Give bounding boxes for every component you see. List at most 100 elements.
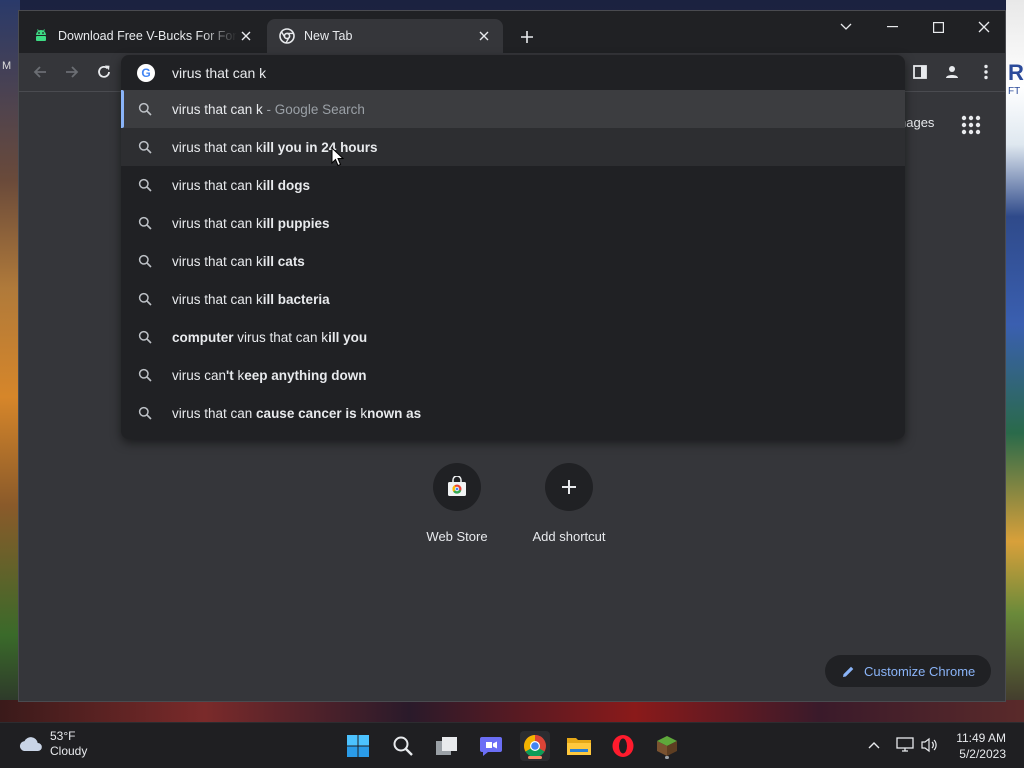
suggestion-text-part: virus can [172, 367, 227, 383]
tab-search-button[interactable] [831, 15, 861, 39]
suggestion-text-part: 't [226, 367, 238, 383]
back-arrow-icon [33, 66, 46, 78]
shortcut-add[interactable]: Add shortcut [519, 463, 619, 544]
kebab-menu-icon [984, 64, 988, 80]
suggestion-text-part: ill cats [262, 253, 305, 269]
task-view-button[interactable] [432, 731, 462, 761]
teams-chat-button[interactable] [476, 731, 506, 761]
suggestion-text-part: - Google Search [262, 101, 365, 117]
android-icon [33, 28, 49, 44]
suggestion-text: virus that can k - Google Search [172, 102, 365, 117]
maximize-button[interactable] [923, 15, 953, 39]
minecraft-icon [657, 736, 677, 756]
suggestion-text-part: ill you [328, 329, 368, 345]
suggestion-text-part: virus that can k [172, 101, 263, 117]
apps-grid-icon [961, 115, 981, 135]
back-button[interactable] [27, 59, 53, 85]
teams-chat-icon [480, 737, 502, 756]
maximize-icon [932, 21, 944, 33]
suggestion-item[interactable]: virus can't keep anything down [121, 356, 905, 394]
background-right-small-text: FT [1008, 86, 1021, 97]
clock-date: 5/2/2023 [959, 747, 1006, 761]
close-icon[interactable] [237, 27, 255, 45]
google-apps-button[interactable] [959, 113, 983, 137]
suggestion-text-part: ill bacteria [262, 291, 330, 307]
omnibox-input-row[interactable]: G virus that can k [121, 55, 905, 91]
shortcut-web-store[interactable]: Web Store [407, 463, 507, 544]
search-icon [137, 139, 153, 155]
chevron-up-icon [868, 742, 880, 749]
windows-start-icon [347, 735, 369, 757]
background-right-letter: R [1008, 60, 1024, 85]
suggestion-text: computer virus that can kill you [172, 330, 367, 345]
suggestion-item[interactable]: virus that can kill dogs [121, 166, 905, 204]
volume-button[interactable] [920, 735, 940, 755]
shortcut-icon-circle [433, 463, 481, 511]
cloud-icon [19, 737, 42, 751]
suggestion-item[interactable]: virus that can cause cancer is known as [121, 394, 905, 432]
suggestion-item[interactable]: virus that can kill bacteria [121, 280, 905, 318]
search-icon [137, 215, 153, 231]
reload-icon [98, 65, 110, 78]
side-panel-button[interactable] [907, 59, 933, 85]
opera-icon [612, 735, 634, 757]
tab-vbucks[interactable]: Download Free V-Bucks For Fortnite [21, 19, 265, 53]
chrome-icon [279, 28, 295, 44]
profile-button[interactable] [939, 59, 965, 85]
customize-chrome-label: Customize Chrome [864, 663, 976, 679]
menu-button[interactable] [973, 59, 999, 85]
pencil-icon [843, 666, 854, 677]
network-button[interactable] [895, 735, 915, 755]
tab-new-tab[interactable]: New Tab [267, 19, 503, 53]
suggestion-list: virus that can k - Google Search virus th… [121, 90, 905, 432]
shortcut-label: Web Store [426, 529, 488, 544]
weather-widget[interactable]: 53°F Cloudy [18, 729, 87, 759]
suggestion-text-part: virus that can k [233, 329, 329, 345]
taskbar: 53°F Cloudy 11:49 AM 5/2/2023 [0, 722, 1024, 768]
clock-time: 11:49 AM [956, 731, 1006, 745]
search-icon [137, 291, 153, 307]
suggestion-item[interactable]: computer virus that can kill you [121, 318, 905, 356]
suggestion-text-part: computer [172, 329, 234, 345]
suggestion-text-part: cause can [256, 405, 322, 421]
minimize-icon [886, 26, 898, 28]
web-store-icon [448, 476, 466, 496]
shortcut-icon-circle [545, 463, 593, 511]
suggestion-item[interactable]: virus that can kill you in 24 hours [121, 128, 905, 166]
file-explorer-icon [567, 738, 591, 755]
taskbar-chrome-button[interactable] [520, 731, 550, 761]
start-button[interactable] [343, 731, 373, 761]
plus-icon [562, 480, 576, 494]
close-icon[interactable] [475, 27, 493, 45]
clock[interactable]: 11:49 AM 5/2/2023 [948, 730, 1006, 762]
omnibox-input[interactable]: virus that can k [172, 65, 266, 81]
reload-button[interactable] [91, 59, 117, 85]
chevron-down-icon [840, 23, 852, 30]
suggestion-text-part: virus that can k [172, 291, 263, 307]
forward-button[interactable] [59, 59, 85, 85]
suggestion-text: virus that can cause cancer is known as [172, 406, 421, 421]
network-icon [896, 737, 914, 752]
customize-chrome-button[interactable]: Customize Chrome [825, 655, 991, 687]
suggestion-item[interactable]: virus that can k - Google Search [121, 90, 905, 128]
minimize-button[interactable] [877, 15, 907, 39]
minecraft-button[interactable] [652, 731, 682, 761]
suggestion-text-part: ill puppies [262, 215, 330, 231]
close-window-button[interactable] [969, 15, 999, 39]
new-tab-button[interactable] [515, 25, 539, 49]
file-explorer-button[interactable] [564, 731, 594, 761]
plus-icon [521, 31, 533, 43]
task-view-icon [436, 737, 457, 755]
taskbar-search-button[interactable] [388, 731, 418, 761]
suggestion-item[interactable]: virus that can kill puppies [121, 204, 905, 242]
suggestion-item[interactable]: virus that can kill cats [121, 242, 905, 280]
suggestion-text: virus that can kill bacteria [172, 292, 330, 307]
tab-title: New Tab [304, 29, 353, 43]
suggestion-text: virus that can kill puppies [172, 216, 330, 231]
weather-text: 53°F Cloudy [50, 729, 87, 759]
opera-button[interactable] [608, 731, 638, 761]
weather-desc: Cloudy [50, 744, 88, 758]
forward-arrow-icon [66, 66, 79, 78]
active-app-indicator [528, 756, 542, 759]
show-hidden-icons-button[interactable] [864, 735, 884, 755]
